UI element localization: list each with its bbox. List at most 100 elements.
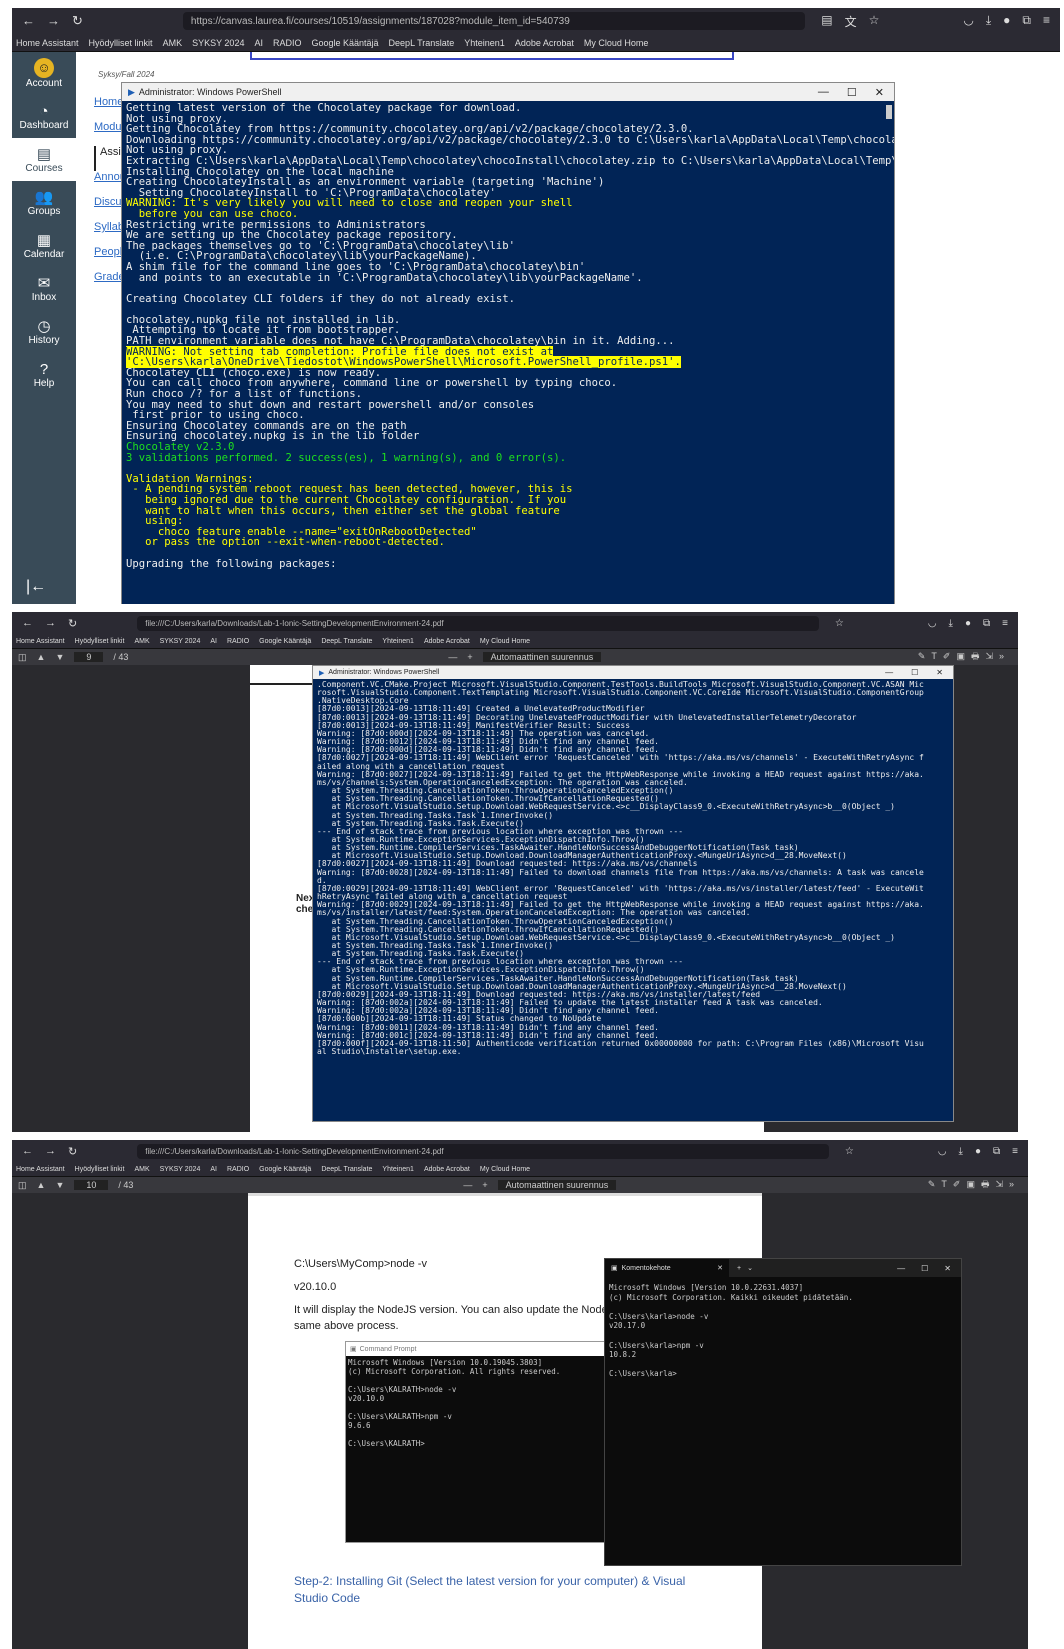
zoom-out-icon[interactable]: — [463,1180,472,1190]
console-output[interactable]: Microsoft Windows [Version 10.0.22631.40… [605,1277,961,1385]
bookmark[interactable]: AMK [134,638,149,645]
pocket-icon[interactable]: ◡ [938,1146,947,1157]
new-tab-icon[interactable]: + [737,1265,741,1272]
bookmark[interactable]: Google Kääntäjä [259,638,311,645]
bookmark-star-icon[interactable]: ☆ [869,13,880,30]
menu-icon[interactable]: ≡ [1043,13,1050,30]
bookmark[interactable]: Adobe Acrobat [424,638,470,645]
sidebar-toggle-icon[interactable]: ◫ [18,1180,27,1191]
bookmark[interactable]: DeepL Translate [321,1166,372,1173]
reload-icon[interactable]: ↻ [72,13,83,29]
bookmark-star-icon[interactable]: ☆ [835,618,844,629]
global-nav-item-dashboard[interactable]: ◔ Dashboard [12,95,76,138]
address-bar[interactable]: https://canvas.laurea.fi/courses/10519/a… [182,12,806,30]
global-nav-item-help[interactable]: ? Help [12,353,76,396]
global-nav-item-history[interactable]: ◷ History [12,310,76,353]
minimize-button[interactable]: — [897,1264,905,1273]
dropdown-icon[interactable]: ⌄ [747,1264,753,1272]
next-page-icon[interactable]: ▼ [55,1180,64,1190]
bookmark[interactable]: Google Kääntäjä [311,38,378,48]
bookmark[interactable]: Home Assistant [16,38,79,48]
console-output[interactable]: Microsoft Windows [Version 10.0.19045.38… [346,1356,626,1450]
close-button[interactable]: ✕ [944,1264,951,1273]
pdf-tools-icons[interactable]: ✎T✐▣🖶⇲» [918,649,1018,665]
forward-icon[interactable]: → [45,1145,56,1158]
forward-icon[interactable]: → [47,13,60,29]
bookmark[interactable]: Hyödylliset linkit [75,1166,125,1173]
reload-icon[interactable]: ↻ [68,1145,77,1158]
tab-close-icon[interactable]: ✕ [717,1264,723,1272]
console-output[interactable]: .Component.VC.CMake.Project Microsoft.Vi… [313,679,953,1058]
bookmark[interactable]: AI [210,638,217,645]
address-bar[interactable]: file:///C:/Users/karla/Downloads/Lab-1-I… [137,1143,829,1159]
collapse-nav-icon[interactable]: |← [26,578,46,596]
extensions-icon[interactable]: ⧉ [993,1146,1000,1157]
translate-icon[interactable]: 文 [845,13,857,30]
address-bar[interactable]: file:///C:/Users/karla/Downloads/Lab-1-I… [137,615,819,631]
close-button[interactable]: ✕ [936,668,943,677]
bookmark[interactable]: Adobe Acrobat [424,1166,470,1173]
forward-icon[interactable]: → [45,617,56,630]
bookmark[interactable]: Google Kääntäjä [259,1166,311,1173]
pocket-icon[interactable]: ◡ [963,13,973,30]
bookmark[interactable]: Adobe Acrobat [515,38,574,48]
bookmark[interactable]: SYKSY 2024 [160,1166,201,1173]
back-icon[interactable]: ← [22,13,35,29]
extensions-icon[interactable]: ⧉ [1022,13,1031,30]
global-nav-item-inbox[interactable]: ✉ Inbox [12,267,76,310]
console-output[interactable]: Getting latest version of the Chocolatey… [122,101,894,571]
terminal-tab[interactable]: ▣ Komentokehote ✕ [605,1259,729,1277]
account-icon[interactable]: ● [975,1146,981,1157]
maximize-button[interactable]: ☐ [847,86,857,99]
account-icon[interactable]: ● [1003,13,1010,30]
minimize-button[interactable]: — [818,86,829,99]
bookmark[interactable]: Yhteinen1 [464,38,505,48]
bookmark[interactable]: My Cloud Home [584,38,649,48]
bookmark[interactable]: My Cloud Home [480,638,530,645]
download-icon[interactable]: ⤓ [986,13,991,30]
maximize-button[interactable]: ☐ [921,1264,928,1273]
bookmark[interactable]: Yhteinen1 [382,1166,414,1173]
page-number-input[interactable]: 10 [74,1180,109,1190]
bookmark[interactable]: DeepL Translate [389,38,455,48]
bookmark[interactable]: Hyödylliset linkit [89,38,153,48]
bookmark[interactable]: Hyödylliset linkit [75,638,125,645]
global-nav-item-account[interactable]: ☺ Account [12,52,76,95]
prev-page-icon[interactable]: ▲ [37,652,46,662]
bookmark[interactable]: AI [254,38,263,48]
back-icon[interactable]: ← [22,617,33,630]
account-icon[interactable]: ● [965,618,971,629]
next-page-icon[interactable]: ▼ [55,652,64,662]
bookmark[interactable]: AMK [134,1166,149,1173]
extensions-icon[interactable]: ⧉ [983,618,990,629]
bookmark[interactable]: AI [210,1166,217,1173]
zoom-in-icon[interactable]: + [467,652,472,662]
zoom-out-icon[interactable]: — [448,652,457,662]
zoom-select[interactable]: Automaattinen suurennus [497,1180,617,1190]
bookmark[interactable]: SYKSY 2024 [192,38,244,48]
close-button[interactable]: ✕ [875,86,884,99]
bookmark[interactable]: My Cloud Home [480,1166,530,1173]
reload-icon[interactable]: ↻ [68,617,77,630]
pdf-tools-icons[interactable]: ✎T✐▣🖶⇲» [928,1177,1028,1193]
bookmark[interactable]: Yhteinen1 [382,638,414,645]
bookmark[interactable]: Home Assistant [16,638,65,645]
bookmark[interactable]: DeepL Translate [321,638,372,645]
bookmark[interactable]: SYKSY 2024 [160,638,201,645]
bookmark[interactable]: RADIO [227,638,249,645]
global-nav-item-courses[interactable]: ▤ Courses [12,138,76,181]
bookmark[interactable]: Home Assistant [16,1166,65,1173]
prev-page-icon[interactable]: ▲ [37,1180,46,1190]
pocket-icon[interactable]: ◡ [928,618,937,629]
minimize-button[interactable]: — [885,668,893,677]
sidebar-toggle-icon[interactable]: ◫ [18,652,27,663]
bookmark[interactable]: RADIO [227,1166,249,1173]
zoom-select[interactable]: Automaattinen suurennus [482,652,602,662]
maximize-button[interactable]: ☐ [911,668,918,677]
global-nav-item-groups[interactable]: 👥 Groups [12,181,76,224]
menu-icon[interactable]: ≡ [1012,1146,1018,1157]
bookmark[interactable]: RADIO [273,38,302,48]
scrollbar-thumb[interactable] [886,105,892,119]
menu-icon[interactable]: ≡ [1002,618,1008,629]
bookmark-star-icon[interactable]: ☆ [845,1146,854,1157]
